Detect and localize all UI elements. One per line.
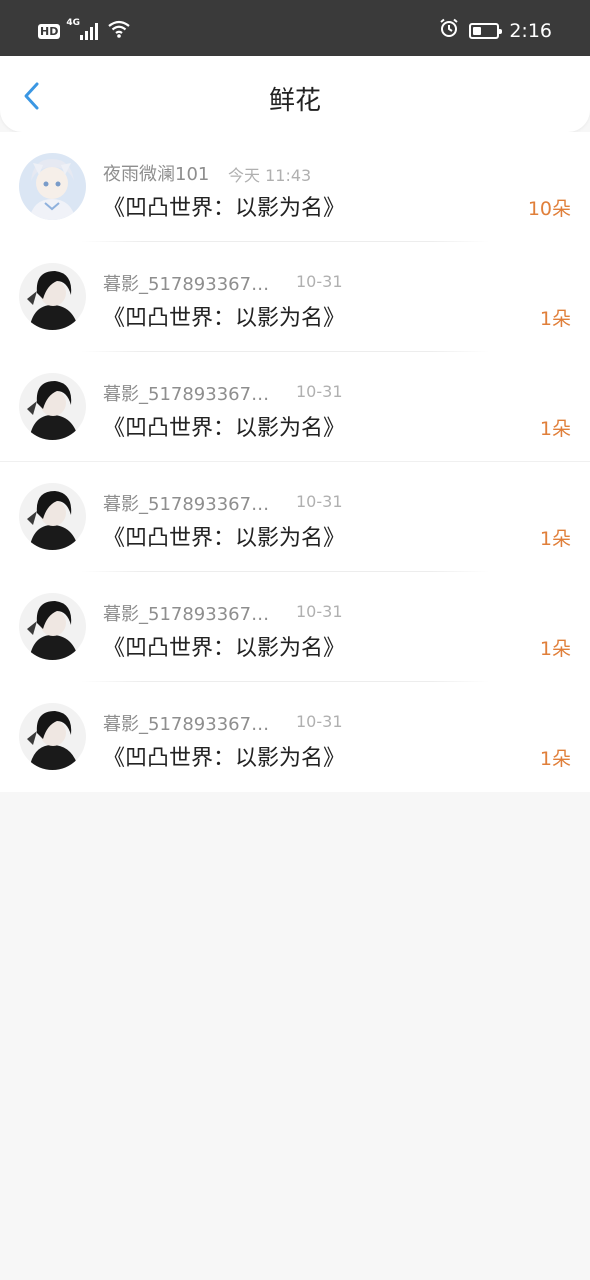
flower-count: 10朵 [527,198,571,220]
book-title: 《凹凸世界：以影为名》 [103,416,346,441]
network-label: 4G [66,18,80,28]
timestamp: 10-31 [296,382,343,401]
flower-count: 1朵 [539,418,571,440]
user-name: 暮影_5178933670… [103,274,278,295]
timestamp: 今天 11:43 [228,166,312,185]
flower-count: 1朵 [539,308,571,330]
dark-boy-avatar[interactable] [19,483,86,550]
wifi-icon [108,20,131,42]
timestamp: 10-31 [296,712,343,731]
list-item[interactable]: 暮影_5178933670… 10-31 《凹凸世界：以影为名》 1朵 [0,352,590,462]
app-header: 鲜花 [0,56,590,132]
list-item[interactable]: 暮影_5178933670… 10-31 《凹凸世界：以影为名》 1朵 [0,242,590,352]
dark-boy-avatar[interactable] [19,703,86,770]
page-title: 鲜花 [268,86,321,116]
list-item[interactable]: 夜雨微澜101 今天 11:43 《凹凸世界：以影为名》 10朵 [0,132,590,242]
anime-girl-avatar[interactable] [19,153,86,220]
book-title: 《凹凸世界：以影为名》 [103,196,346,221]
battery-icon [469,22,503,39]
timestamp: 10-31 [296,602,343,621]
flower-count: 1朵 [539,748,571,770]
user-name: 暮影_5178933670… [103,494,278,515]
hd-icon: HD [38,23,61,39]
dark-boy-avatar[interactable] [19,593,86,660]
alarm-icon [439,18,459,43]
flower-list: 夜雨微澜101 今天 11:43 《凹凸世界：以影为名》 10朵 暮影_5178… [0,132,590,792]
signal-icon: 4G [66,18,99,40]
flower-count: 1朵 [539,528,571,550]
user-name: 暮影_5178933670… [103,714,278,735]
user-name: 暮影_5178933670… [103,604,278,625]
status-left: HD 4G [38,18,131,42]
list-item[interactable]: 暮影_5178933670… 10-31 《凹凸世界：以影为名》 1朵 [0,462,590,572]
user-name: 暮影_5178933670… [103,384,278,405]
book-title: 《凹凸世界：以影为名》 [103,746,346,771]
flower-count: 1朵 [539,638,571,660]
status-bar: HD 4G 2:16 [0,0,590,56]
dark-boy-avatar[interactable] [19,373,86,440]
book-title: 《凹凸世界：以影为名》 [103,306,346,331]
book-title: 《凹凸世界：以影为名》 [103,636,346,661]
list-item[interactable]: 暮影_5178933670… 10-31 《凹凸世界：以影为名》 1朵 [0,572,590,682]
timestamp: 10-31 [296,492,343,511]
status-right: 2:16 [439,18,552,43]
list-item[interactable]: 暮影_5178933670… 10-31 《凹凸世界：以影为名》 1朵 [0,682,590,792]
clock: 2:16 [509,19,552,42]
timestamp: 10-31 [296,272,343,291]
dark-boy-avatar[interactable] [19,263,86,330]
book-title: 《凹凸世界：以影为名》 [103,526,346,551]
